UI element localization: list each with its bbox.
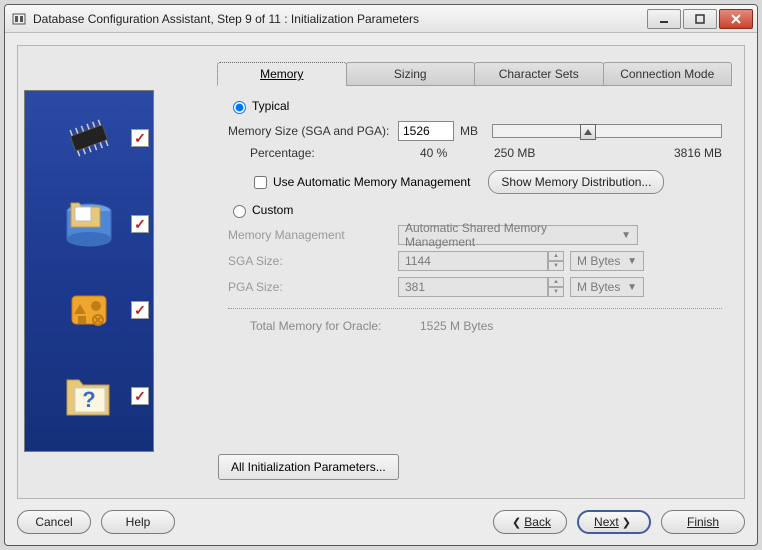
- next-button[interactable]: Next❯: [577, 510, 651, 534]
- memory-size-input[interactable]: [398, 121, 454, 141]
- sga-value: 1144: [398, 251, 548, 271]
- arrow-down-icon: ▼: [548, 287, 564, 297]
- auto-memory-checkbox[interactable]: [254, 176, 267, 189]
- check-icon: ✓: [131, 215, 149, 233]
- back-button[interactable]: ❮Back: [493, 510, 567, 534]
- custom-radio-row: Custom: [228, 202, 722, 218]
- memory-mgmt-value: Automatic Shared Memory Management: [405, 221, 615, 249]
- total-memory-value: 1525 M Bytes: [420, 319, 493, 333]
- pga-value: 381: [398, 277, 548, 297]
- wizard-sidebar: ✓ ✓ ✓ ? ✓: [24, 90, 154, 452]
- sga-label: SGA Size:: [228, 254, 398, 268]
- chevron-down-icon: ▼: [627, 282, 637, 293]
- sidebar-step-tools: ✓: [25, 279, 153, 341]
- arrow-down-icon: ▼: [548, 261, 564, 271]
- check-icon: ✓: [131, 301, 149, 319]
- tab-memory[interactable]: Memory: [217, 62, 347, 86]
- separator: [228, 308, 722, 309]
- check-icon: ✓: [131, 129, 149, 147]
- sidebar-step-db: ✓: [25, 193, 153, 255]
- close-button[interactable]: [719, 9, 753, 29]
- chip-icon: [59, 111, 119, 165]
- wizard-footer: Cancel Help ❮Back Next❯ Finish: [17, 507, 745, 537]
- auto-memory-label: Use Automatic Memory Management: [273, 175, 470, 189]
- arrow-right-icon: ❯: [622, 516, 631, 529]
- window-frame: Database Configuration Assistant, Step 9…: [4, 4, 758, 546]
- percentage-value: 40 %: [420, 146, 480, 160]
- svg-text:?: ?: [82, 387, 95, 412]
- memory-mgmt-row: Memory Management Automatic Shared Memor…: [228, 224, 722, 246]
- window-title: Database Configuration Assistant, Step 9…: [33, 12, 647, 26]
- tab-character-sets[interactable]: Character Sets: [474, 62, 604, 86]
- pga-label: PGA Size:: [228, 280, 398, 294]
- finish-label: Finish: [687, 515, 719, 529]
- slider-max-label: 3816 MB: [642, 146, 722, 160]
- tab-connection-mode[interactable]: Connection Mode: [603, 62, 733, 86]
- minimize-button[interactable]: [647, 9, 681, 29]
- all-initialization-parameters-button[interactable]: All Initialization Parameters...: [218, 454, 399, 480]
- question-folder-icon: ?: [59, 369, 119, 423]
- chevron-down-icon: ▼: [627, 256, 637, 267]
- window-controls: [647, 9, 753, 29]
- arrow-up-icon: ▲: [548, 251, 564, 261]
- tools-icon: [59, 283, 119, 337]
- next-label: Next: [594, 515, 619, 529]
- percentage-label: Percentage:: [250, 146, 420, 160]
- chevron-down-icon: ▼: [621, 230, 631, 241]
- slider-min-label: 250 MB: [480, 146, 642, 160]
- memory-size-row: Memory Size (SGA and PGA): MB: [228, 120, 722, 142]
- arrow-left-icon: ❮: [512, 516, 521, 529]
- tab-sizing[interactable]: Sizing: [346, 62, 476, 86]
- slider-track: [492, 124, 722, 138]
- typical-label: Typical: [252, 99, 289, 113]
- check-icon: ✓: [131, 387, 149, 405]
- pga-unit: M Bytes: [577, 280, 620, 294]
- sidebar-step-chip: ✓: [25, 107, 153, 169]
- sga-spinner: 1144 ▲▼: [398, 251, 564, 271]
- auto-memory-row: Use Automatic Memory Management Show Mem…: [250, 170, 722, 194]
- total-memory-row: Total Memory for Oracle: 1525 M Bytes: [250, 319, 722, 333]
- database-folder-icon: [59, 197, 119, 251]
- sga-unit-select: M Bytes ▼: [570, 251, 644, 271]
- cancel-button[interactable]: Cancel: [17, 510, 91, 534]
- sga-row: SGA Size: 1144 ▲▼ M Bytes ▼: [228, 250, 722, 272]
- maximize-button[interactable]: [683, 9, 717, 29]
- back-label: Back: [524, 515, 551, 529]
- tab-content-memory: Typical Memory Size (SGA and PGA): MB Pe…: [218, 86, 732, 444]
- app-icon: [11, 11, 27, 27]
- tab-strip: Memory Sizing Character Sets Connection …: [218, 62, 732, 86]
- sga-unit: M Bytes: [577, 254, 620, 268]
- titlebar[interactable]: Database Configuration Assistant, Step 9…: [5, 5, 757, 33]
- help-button[interactable]: Help: [101, 510, 175, 534]
- pga-spinner: 381 ▲▼: [398, 277, 564, 297]
- memory-size-label: Memory Size (SGA and PGA):: [228, 124, 398, 138]
- sidebar-step-question: ? ✓: [25, 365, 153, 427]
- memory-slider[interactable]: [492, 121, 722, 141]
- percentage-row: Percentage: 40 % 250 MB 3816 MB: [250, 146, 722, 160]
- pga-unit-select: M Bytes ▼: [570, 277, 644, 297]
- custom-radio[interactable]: [233, 205, 246, 218]
- custom-label: Custom: [252, 203, 293, 217]
- memory-mgmt-label: Memory Management: [228, 228, 398, 242]
- show-memory-distribution-button[interactable]: Show Memory Distribution...: [488, 170, 664, 194]
- finish-button[interactable]: Finish: [661, 510, 745, 534]
- pga-row: PGA Size: 381 ▲▼ M Bytes ▼: [228, 276, 722, 298]
- typical-radio-row: Typical: [228, 98, 722, 114]
- arrow-up-icon: ▲: [548, 277, 564, 287]
- client-area: ✓ ✓ ✓ ? ✓ Memory S: [17, 45, 745, 499]
- total-memory-label: Total Memory for Oracle:: [250, 319, 420, 333]
- slider-knob-icon[interactable]: [580, 124, 596, 140]
- memory-size-unit: MB: [460, 124, 478, 138]
- typical-radio[interactable]: [233, 101, 246, 114]
- memory-mgmt-select: Automatic Shared Memory Management ▼: [398, 225, 638, 245]
